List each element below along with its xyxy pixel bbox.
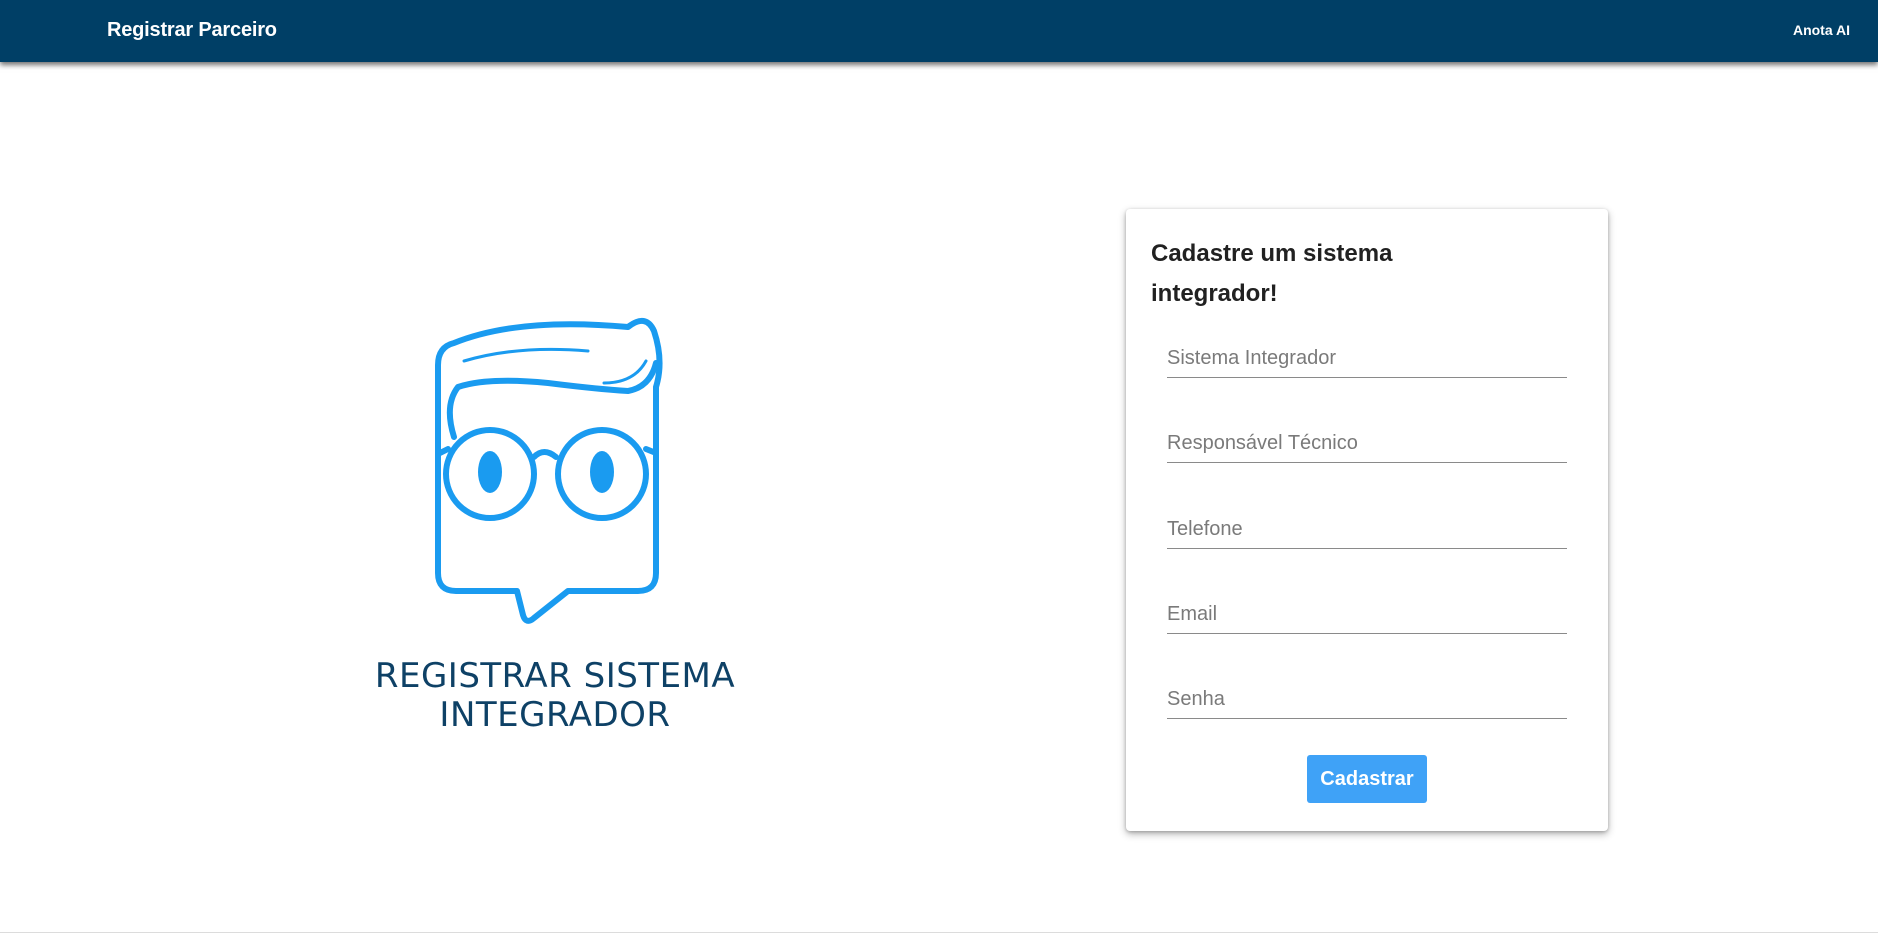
sistema-integrador-input[interactable] bbox=[1167, 339, 1567, 378]
logo-caption-line-2: INTEGRADOR bbox=[439, 695, 671, 735]
responsavel-tecnico-input[interactable] bbox=[1167, 424, 1567, 463]
top-app-bar: Registrar Parceiro Anota AI bbox=[0, 0, 1878, 62]
registration-card: Cadastre um sistema integrador! Cadastra… bbox=[1126, 209, 1608, 831]
owl-glasses-chat-bubble-icon bbox=[435, 318, 663, 624]
sistema-integrador-field bbox=[1167, 339, 1567, 379]
form-title: Cadastre um sistema integrador! bbox=[1151, 240, 1393, 307]
logo-caption-line-1: REGISTRAR SISTEMA bbox=[374, 656, 736, 696]
telefone-input[interactable] bbox=[1167, 510, 1567, 549]
senha-field bbox=[1167, 680, 1567, 720]
page-bottom-divider bbox=[0, 932, 1878, 933]
email-field bbox=[1167, 595, 1567, 635]
responsavel-tecnico-field bbox=[1167, 424, 1567, 464]
brand-link[interactable]: Anota AI bbox=[1793, 22, 1850, 38]
logo-caption: REGISTRAR SISTEMA INTEGRADOR bbox=[340, 657, 770, 735]
cadastrar-button[interactable]: Cadastrar bbox=[1307, 755, 1427, 803]
email-input[interactable] bbox=[1167, 595, 1567, 634]
telefone-field bbox=[1167, 510, 1567, 550]
page-title: Registrar Parceiro bbox=[107, 19, 277, 41]
logo-area: REGISTRAR SISTEMA INTEGRADOR bbox=[340, 305, 770, 745]
senha-input[interactable] bbox=[1167, 680, 1567, 719]
